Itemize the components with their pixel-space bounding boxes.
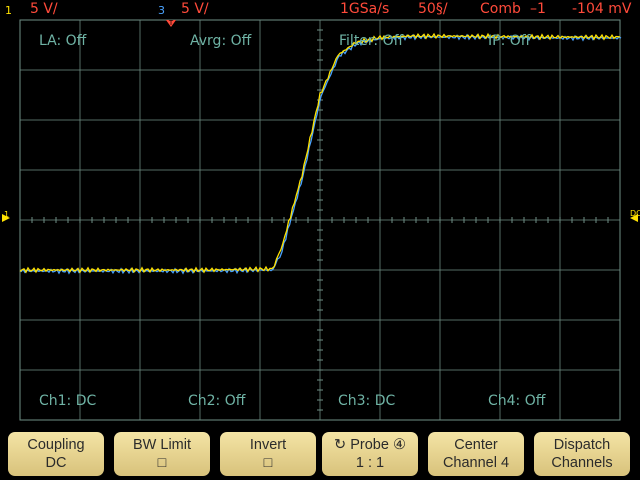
- graticule: [19, 19, 621, 421]
- invert-softkey[interactable]: Invert □: [220, 432, 316, 476]
- ch1-coupling-status: Ch1: DC: [39, 393, 97, 409]
- center-channel-softkey[interactable]: Center Channel 4: [428, 432, 524, 476]
- oscilloscope-screen: T 1 DC: [2, 19, 640, 421]
- softkey-bar: Coupling DC BW Limit □ Invert □ ↻ Probe …: [0, 424, 640, 480]
- ch3-number: 3: [158, 4, 165, 17]
- softkey-label: ↻ Probe ④: [334, 437, 406, 453]
- coupling-softkey[interactable]: Coupling DC: [8, 432, 104, 476]
- rotate-knob-icon: ↻: [334, 437, 351, 453]
- la-status: LA: Off: [39, 33, 87, 49]
- trigger-position-label: T: [168, 19, 174, 27]
- sample-rate: 1GSa/s: [340, 1, 390, 17]
- status-bar: 1 5 V/ 3 5 V/ 1GSa/s 50§/ Comb –1 -104 m…: [0, 0, 640, 20]
- dispatch-channels-softkey[interactable]: Dispatch Channels: [534, 432, 630, 476]
- filter-status: Filter: Off: [339, 33, 404, 49]
- trigger-source: –1: [530, 1, 546, 17]
- trigger-level: -104 mV: [572, 1, 632, 17]
- softkey-label: Invert: [249, 437, 287, 453]
- ch1-ground-marker-label: 1: [4, 210, 9, 219]
- softkey-value: 1 : 1: [355, 455, 385, 471]
- bw-limit-softkey[interactable]: BW Limit □: [114, 432, 210, 476]
- softkey-label: Center: [454, 437, 498, 453]
- ch3-coupling-status: Ch3: DC: [338, 393, 396, 409]
- softkey-label: BW Limit: [133, 437, 191, 453]
- timebase: 50§/: [418, 1, 448, 17]
- ch1-scale: 5 V/: [30, 1, 58, 17]
- softkey-label: Dispatch: [553, 437, 611, 453]
- softkey-label: Coupling: [27, 437, 85, 453]
- softkey-value: Channel 4: [442, 455, 510, 471]
- softkey-value: Channels: [551, 455, 613, 471]
- ch1-number: 1: [5, 4, 12, 17]
- ch2-coupling-status: Ch2: Off: [188, 393, 246, 409]
- trigger-level-marker-label: DC: [630, 209, 640, 218]
- ip-status: IP: Off: [488, 33, 531, 49]
- acquisition-mode: Comb: [480, 1, 521, 17]
- averaging-status: Avrg: Off: [190, 33, 252, 49]
- softkey-value: □: [263, 455, 273, 471]
- trace-line: [20, 33, 622, 275]
- ch4-coupling-status: Ch4: Off: [488, 393, 546, 409]
- softkey-value: DC: [45, 455, 67, 471]
- ch3-scale: 5 V/: [181, 1, 209, 17]
- softkey-value: □: [157, 455, 167, 471]
- probe-softkey[interactable]: ↻ Probe ④ 1 : 1: [322, 432, 418, 476]
